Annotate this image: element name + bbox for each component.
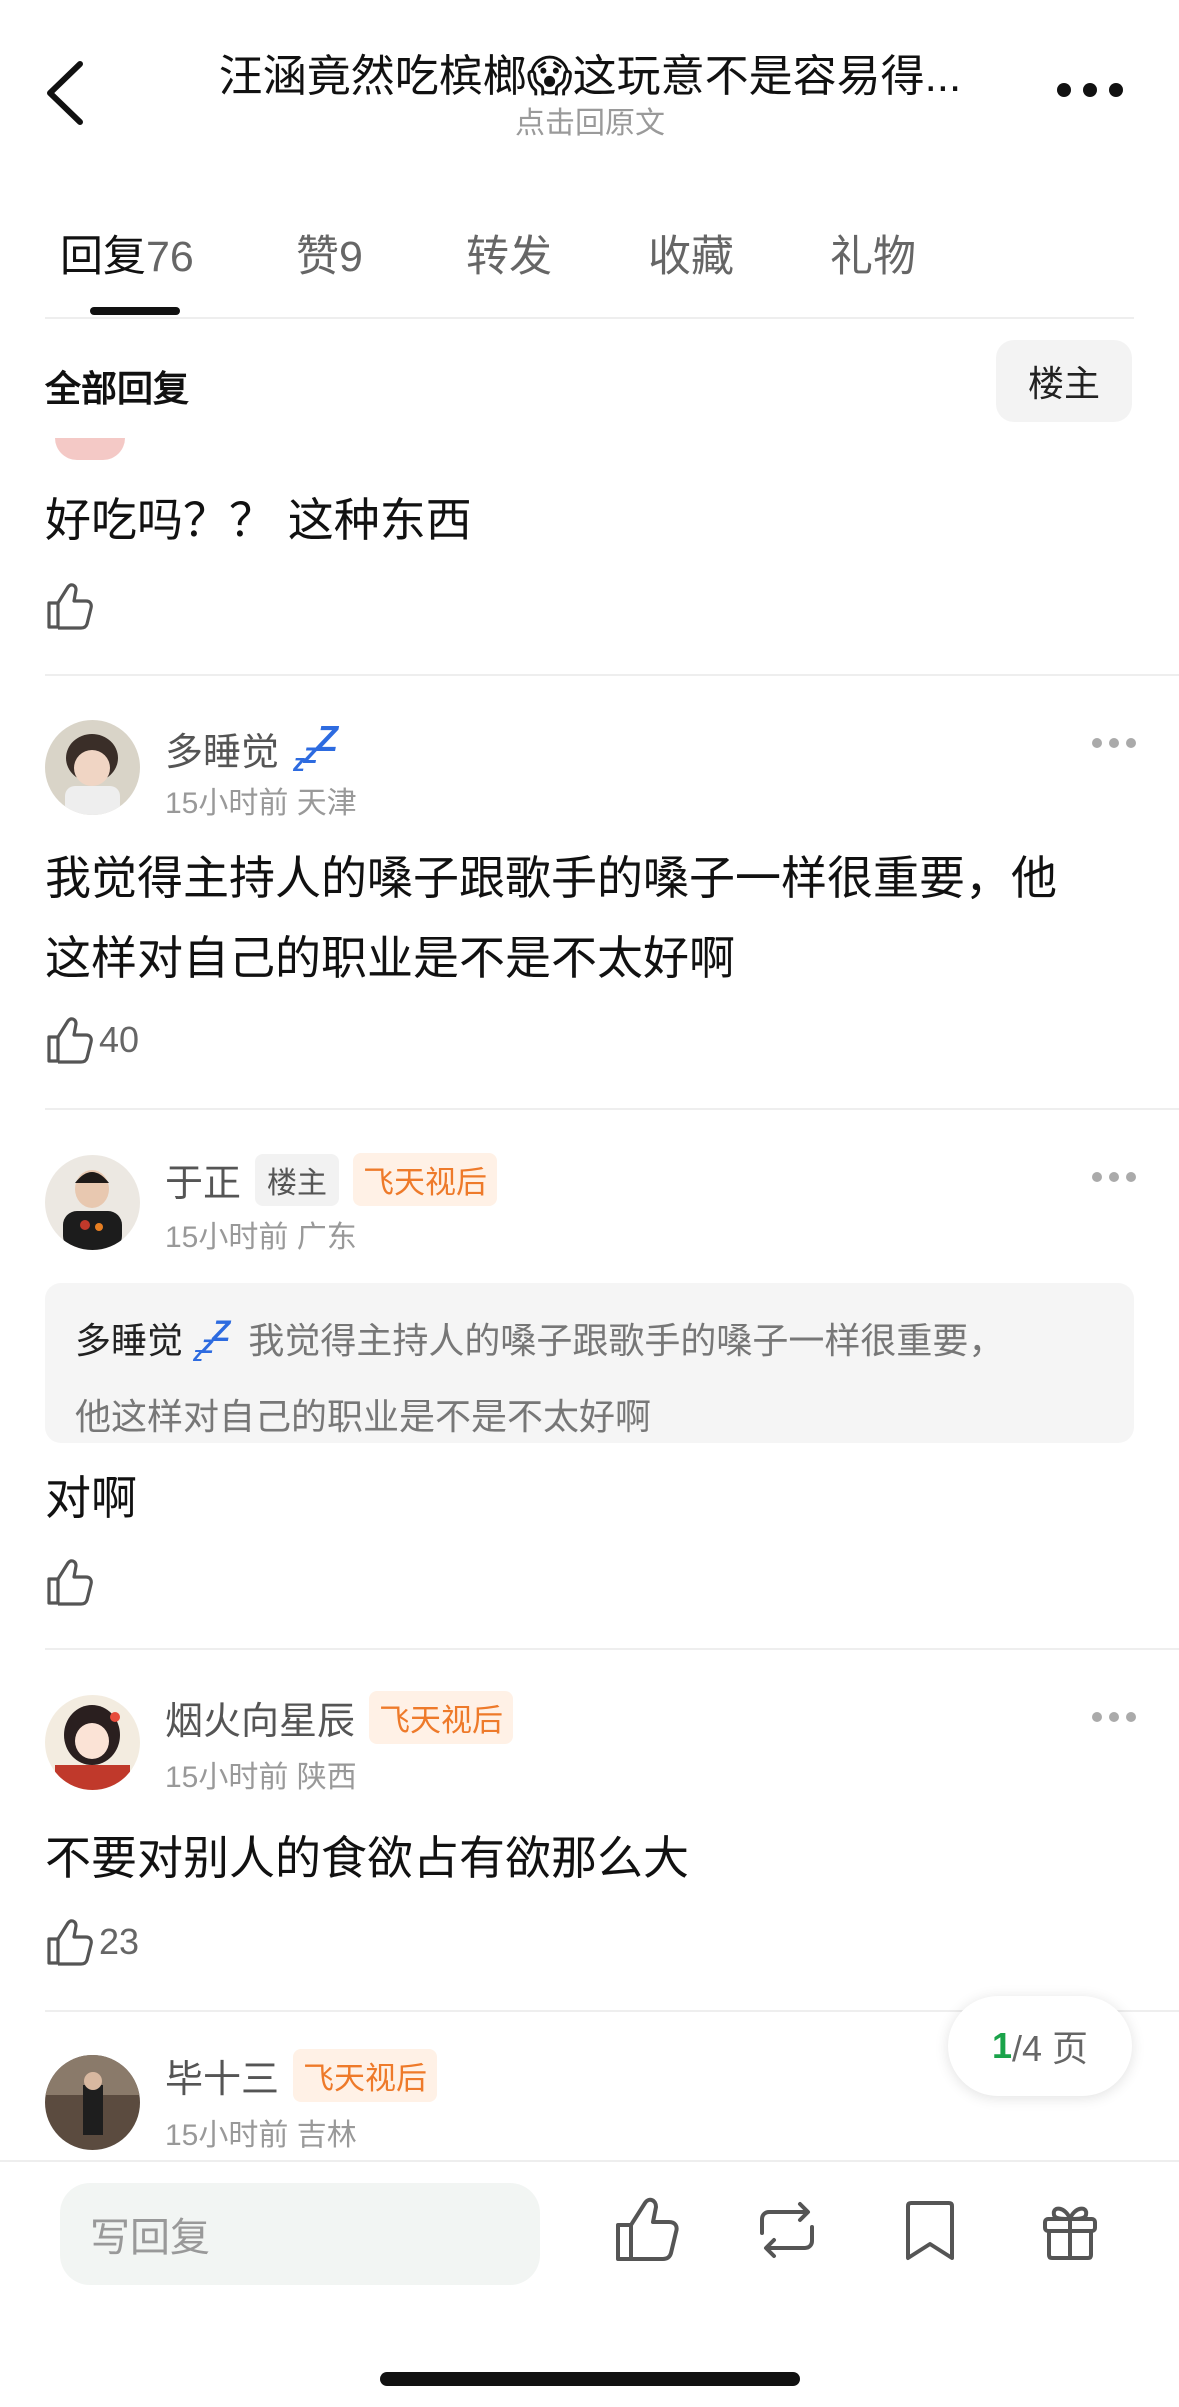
like-button[interactable] [45,576,93,636]
vip-badge: 飞天视后 [293,2049,438,2102]
quoted-text: 他这样对自己的职业是不是不太好啊 [75,1396,652,1437]
username[interactable]: 于正 楼主 飞天视后 [165,1152,498,1207]
sleep-zzz-icon: zzZ [193,1315,230,1366]
active-tab-indicator [90,307,180,315]
thumbs-up-icon[interactable] [612,2195,682,2265]
comment-text: 我觉得主持人的嗓子跟歌手的嗓子一样很重要，他 这样对自己的职业是不是不太好啊 [45,852,1057,984]
back-to-original-link[interactable]: 点击回原文 [160,98,1020,142]
username[interactable]: 毕十三 飞天视后 [165,2048,438,2103]
avatar[interactable] [45,2055,140,2150]
quoted-text: 我觉得主持人的嗓子跟歌手的嗓子一样很重要， [248,1320,1005,1361]
avatar[interactable] [45,720,140,815]
sleep-zzz-icon: zzZ [293,718,338,777]
comment-text: 对啊 [45,1472,137,1524]
page-indicator[interactable]: 1/4 页 [948,1996,1132,2096]
comment-text: 不要对别人的食欲占有欲那么大 [45,1832,689,1884]
post-title[interactable]: 汪涵竟然吃槟榔😱这玩意不是容易得... [160,40,1020,104]
avatar[interactable] [55,438,125,460]
like-button[interactable]: 40 [45,1010,139,1070]
divider [45,1648,1179,1650]
tab-favorites[interactable]: 收藏 [648,222,734,284]
vip-badge: 飞天视后 [353,1153,498,1206]
more-icon[interactable] [1090,1170,1138,1184]
more-icon[interactable] [1090,736,1138,750]
comment-meta: 15小时前 陕西 [165,1761,357,1794]
quoted-reply[interactable]: 多睡觉 zzZ 我觉得主持人的嗓子跟歌手的嗓子一样很重要， 他这样对自己的职业是… [45,1283,1134,1443]
gift-icon[interactable] [1035,2195,1105,2265]
like-button[interactable] [45,1552,93,1612]
divider [45,1108,1179,1110]
thumbs-up-icon [47,1559,93,1606]
comment-text: 好吃吗？？ 这种东西 [45,494,472,546]
username[interactable]: 烟火向星辰 飞天视后 [165,1690,514,1745]
tab-gifts[interactable]: 礼物 [830,222,916,284]
repost-icon[interactable] [752,2195,822,2265]
owner-only-button[interactable]: 楼主 [996,340,1132,422]
tab-replies[interactable]: 回复76 [60,222,194,284]
tab-likes[interactable]: 赞9 [296,222,363,284]
thumbs-up-icon [47,1919,93,1966]
reply-input[interactable]: 写回复 [60,2183,540,2285]
thumbs-up-icon [47,583,93,630]
more-icon[interactable] [1090,1710,1138,1724]
like-button[interactable]: 23 [45,1912,139,1972]
home-indicator[interactable] [380,2372,800,2386]
all-replies-label[interactable]: 全部回复 [45,360,189,412]
comment-meta: 15小时前 天津 [165,787,357,820]
username[interactable]: 多睡觉 zzZ [165,718,338,778]
like-count: 23 [99,1921,140,1962]
tab-reposts[interactable]: 转发 [466,222,552,284]
divider [45,674,1179,676]
back-arrow-icon[interactable] [40,58,100,128]
vip-badge: 飞天视后 [369,1691,514,1744]
avatar[interactable] [45,1695,140,1790]
avatar[interactable] [45,1155,140,1250]
comment-meta: 15小时前 广东 [165,1221,357,1254]
thumbs-up-icon [47,1017,93,1064]
comment-meta: 15小时前 吉林 [165,2119,357,2152]
more-icon[interactable] [1050,80,1130,100]
bookmark-icon[interactable] [895,2195,965,2265]
quoted-username[interactable]: 多睡觉 [75,1320,183,1361]
like-count: 40 [99,1019,140,1060]
owner-badge: 楼主 [255,1153,340,1206]
divider [45,317,1134,319]
